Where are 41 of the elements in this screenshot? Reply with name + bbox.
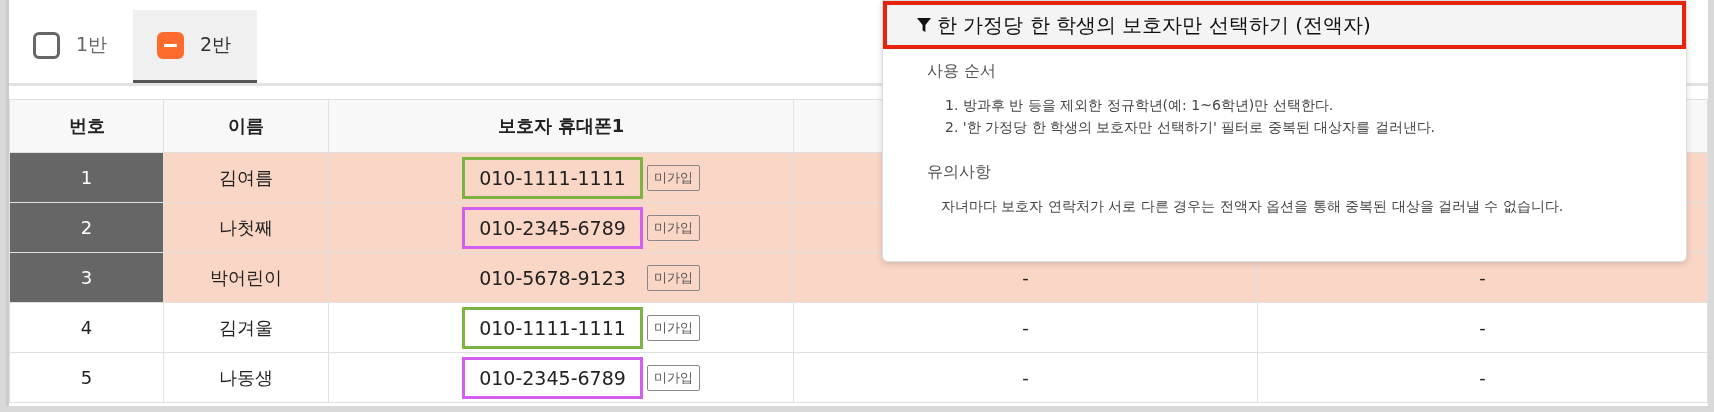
table-cell: 나동생 <box>163 352 329 403</box>
table-cell: - <box>793 302 1258 353</box>
checkbox[interactable] <box>33 31 60 59</box>
filter-icon <box>917 18 931 32</box>
table-cell: 나첫째 <box>163 202 329 253</box>
phone-number: 010-5678-9123 <box>478 265 627 291</box>
instruction-text: 1. 방과후 반 등을 제외한 정규학년(예: 1~6학년)만 선택한다. <box>945 96 1335 115</box>
tab-label: 1반 <box>76 32 108 57</box>
column-header: 이름 <box>163 99 329 153</box>
tab[interactable]: 1반 <box>9 10 134 83</box>
status-badge: 미가입 <box>646 264 700 291</box>
filter-option[interactable]: 한 가정당 한 학생의 보호자만 선택하기 (전액자) <box>883 1 1686 49</box>
status-badge: 미가입 <box>646 364 700 391</box>
row-number-cell[interactable]: 3 <box>9 252 164 303</box>
table-cell: - <box>793 352 1258 403</box>
phone-number: 010-2345-6789 <box>462 206 643 249</box>
filter-title: 한 가정당 한 학생의 보호자만 선택하기 (전액자) <box>937 11 1371 39</box>
table-cell: 박어린이 <box>163 252 329 303</box>
section-heading: 유의사항 <box>926 161 992 183</box>
checkbox[interactable] <box>157 31 185 59</box>
instruction-text: 2. '한 가정당 한 학생의 보호자만 선택하기' 필터로 중복된 대상자를 걸러낸다. <box>945 118 1436 137</box>
status-badge: 미가입 <box>646 164 700 191</box>
phone-number: 010-2345-6789 <box>462 356 643 399</box>
row-number-cell[interactable]: 5 <box>9 352 164 403</box>
row-number-cell[interactable]: 4 <box>9 302 164 353</box>
table-cell: 김여름 <box>163 152 329 203</box>
tab[interactable]: 2반 <box>133 10 258 83</box>
table-cell: - <box>1257 302 1708 353</box>
column-header: 보호자 휴대폰1 <box>328 99 794 153</box>
instruction-text: 자녀마다 보호자 연락처가 서로 다른 경우는 전액자 옵션을 통해 중복된 대상을 걸러낼 수 없습니다. <box>941 197 1565 216</box>
table-cell: 김겨울 <box>163 302 329 353</box>
row-number-cell[interactable]: 1 <box>9 152 164 203</box>
row-number-cell[interactable]: 2 <box>9 202 164 253</box>
phone-number: 010-1111-1111 <box>462 306 643 349</box>
column-header: 번호 <box>9 99 164 153</box>
table-cell: - <box>1257 352 1708 403</box>
status-badge: 미가입 <box>646 314 700 341</box>
section-heading: 사용 순서 <box>926 60 998 82</box>
tab-label: 2반 <box>200 32 232 57</box>
phone-number: 010-1111-1111 <box>462 156 643 199</box>
status-badge: 미가입 <box>646 214 700 241</box>
